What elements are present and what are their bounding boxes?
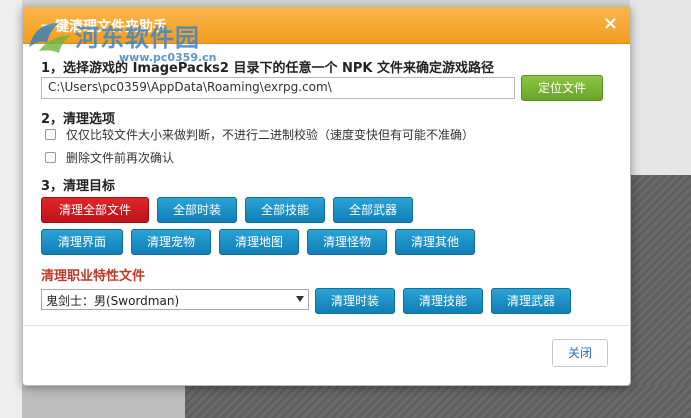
confirm-delete-label: 删除文件前再次确认	[66, 150, 175, 165]
dropdown-arrow-icon	[296, 296, 304, 302]
profession-select-value: 鬼剑士：男(Swordman)	[46, 294, 180, 308]
clean-profession-weapons-button[interactable]: 清理武器	[491, 288, 571, 314]
confirm-delete-checkbox[interactable]	[45, 151, 56, 163]
all-costumes-button[interactable]: 全部时装	[157, 197, 237, 223]
all-weapons-button[interactable]: 全部武器	[333, 197, 413, 223]
step3-label: 3，清理目标	[41, 179, 116, 194]
all-skills-button[interactable]: 全部技能	[245, 197, 325, 223]
clean-pets-button[interactable]: 清理宠物	[131, 229, 211, 255]
background-pattern-right	[630, 175, 691, 418]
footer-divider	[23, 325, 630, 326]
background-app-right	[630, 0, 691, 175]
clean-monsters-button[interactable]: 清理怪物	[307, 229, 387, 255]
step1-label: 1，选择游戏的 ImagePacks2 目录下的任意一个 NPK 文件来确定游戏…	[41, 61, 494, 76]
clean-profession-skills-button[interactable]: 清理技能	[403, 288, 483, 314]
clean-profession-costumes-button[interactable]: 清理时装	[315, 288, 395, 314]
locate-file-button[interactable]: 定位文件	[521, 75, 603, 101]
background-pattern-bottom	[185, 385, 691, 418]
game-path-input[interactable]: C:\Users\pc0359\AppData\Roaming\exrpg.co…	[41, 77, 515, 99]
close-icon[interactable]: ×	[603, 15, 618, 33]
background-app-bottom-left	[22, 385, 185, 418]
background-app-left	[0, 0, 22, 418]
clean-maps-button[interactable]: 清理地图	[219, 229, 299, 255]
size-compare-label: 仅仅比较文件大小来做判断，不进行二进制校验（速度变快但有可能不准确）	[66, 127, 475, 142]
watermark-site-name: 河东软件园	[75, 26, 200, 52]
clean-all-files-button[interactable]: 清理全部文件	[41, 197, 149, 223]
size-compare-checkbox[interactable]	[45, 128, 56, 140]
step2-label: 2，清理选项	[41, 112, 116, 127]
clean-ui-button[interactable]: 清理界面	[41, 229, 123, 255]
profession-select[interactable]: 鬼剑士：男(Swordman)	[41, 289, 309, 310]
option-size-compare[interactable]: 仅仅比较文件大小来做判断，不进行二进制校验（速度变快但有可能不准确）	[45, 126, 474, 142]
close-dialog-button[interactable]: 关闭	[552, 339, 608, 367]
option-confirm-delete[interactable]: 删除文件前再次确认	[45, 149, 174, 165]
clean-other-button[interactable]: 清理其他	[395, 229, 475, 255]
profession-label: 清理职业特性文件	[41, 269, 146, 284]
watermark-logo-icon	[29, 23, 71, 53]
cleanup-dialog: 一键清理文件夹助手 × 河东软件园 www.pc0359.cn 1，选择游戏的 …	[22, 6, 631, 386]
